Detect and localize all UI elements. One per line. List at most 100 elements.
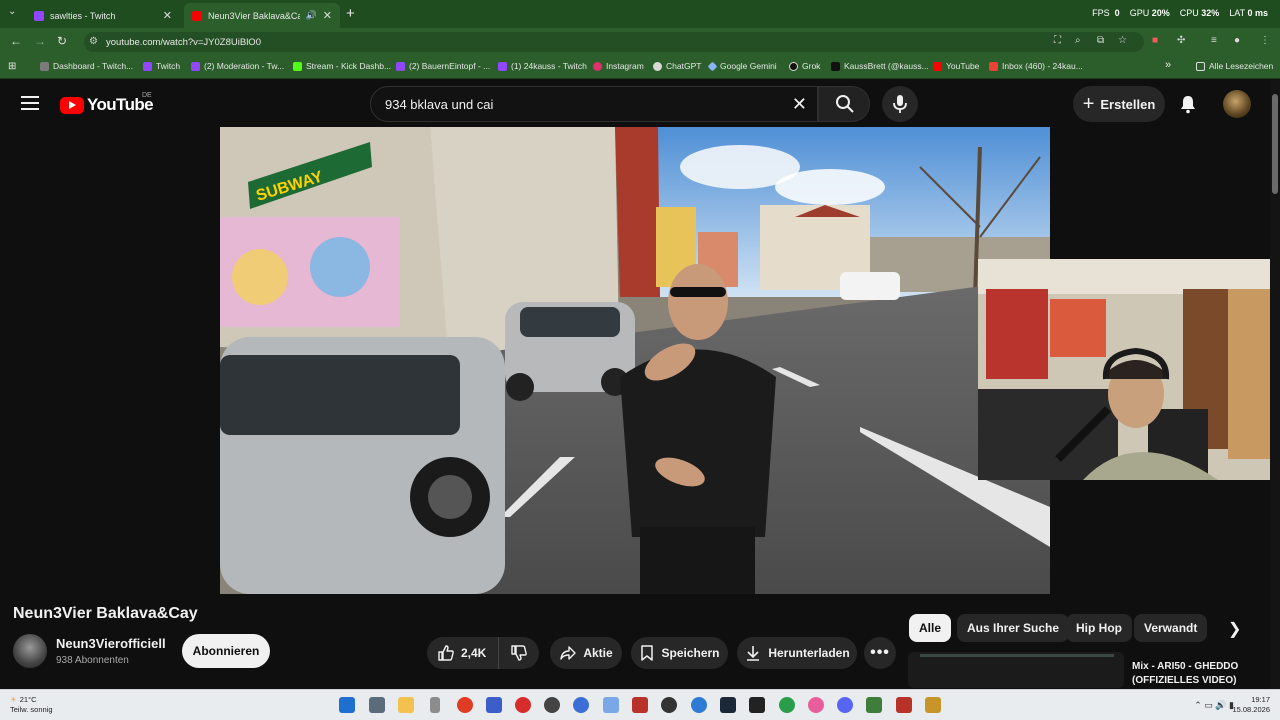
forward-icon[interactable]: → — [34, 34, 46, 48]
like-button[interactable]: 2,4K — [427, 637, 499, 669]
bookmark-item[interactable]: Dashboard - Twitch... — [40, 61, 133, 71]
taskbar-app-icon[interactable] — [544, 697, 560, 713]
bookmark-item[interactable]: (1) 24kauss - Twitch — [498, 61, 587, 71]
discord-icon[interactable] — [837, 697, 853, 713]
share-button[interactable]: Aktie — [550, 637, 622, 669]
menu-icon[interactable]: ⋮ — [1260, 35, 1270, 46]
taskbar-app-icon[interactable] — [925, 697, 941, 713]
channel-avatar[interactable] — [13, 634, 47, 668]
chrome-icon[interactable] — [779, 697, 795, 713]
address-bar[interactable]: ⚙ youtube.com/watch?v=JY0Z8UiBlO0 — [84, 32, 1144, 52]
bookmark-star-icon[interactable]: ☆ — [1118, 35, 1127, 46]
taskbar-app-icon[interactable] — [603, 697, 619, 713]
close-tab-icon[interactable]: ✕ — [323, 9, 332, 22]
adblock-icon[interactable]: ■ — [1152, 35, 1158, 46]
scrollbar-thumb[interactable] — [1272, 94, 1278, 194]
site-info-icon[interactable]: ⚙ — [89, 36, 98, 47]
browser-tab-youtube[interactable]: Neun3Vier Baklava&Cay - Y 🔊 ✕ — [184, 3, 340, 28]
back-icon[interactable]: ← — [10, 34, 22, 48]
close-tab-icon[interactable]: ✕ — [163, 9, 172, 22]
like-dislike-group: 2,4K — [427, 637, 539, 669]
audio-playing-icon[interactable]: 🔊 — [306, 10, 317, 21]
taskbar-clock[interactable]: 19:17 15.08.2026 — [1232, 695, 1270, 715]
search-input[interactable]: 934 bklava und cai ✕ — [370, 86, 818, 122]
bookmark-item[interactable]: Grok — [789, 61, 820, 71]
chip-aus-ihrer-suche[interactable]: Aus Ihrer Suche — [957, 614, 1070, 642]
taskbar-app-icon[interactable] — [486, 697, 502, 713]
reading-list-icon[interactable]: ≡ — [1211, 35, 1217, 46]
profile-icon[interactable]: ● — [1234, 35, 1240, 46]
dislike-button[interactable] — [499, 637, 539, 669]
more-actions-button[interactable]: ••• — [864, 637, 896, 669]
voice-search-button[interactable] — [882, 86, 918, 122]
create-label: Erstellen — [1100, 96, 1156, 112]
subscribe-button[interactable]: Abonnieren — [182, 634, 270, 668]
bookmark-item[interactable]: Google Gemini — [707, 61, 777, 71]
twitch-icon — [498, 61, 507, 71]
address-text: youtube.com/watch?v=JY0Z8UiBlO0 — [106, 36, 261, 48]
chip-alle[interactable]: Alle — [909, 614, 952, 642]
new-tab-button[interactable]: + — [346, 5, 355, 22]
bookmark-item[interactable]: Instagram — [593, 61, 644, 71]
page-scrollbar[interactable] — [1270, 80, 1280, 690]
taskbar-app-icon[interactable] — [866, 697, 882, 713]
all-bookmarks-folder[interactable]: Alle Lesezeichen — [1196, 61, 1273, 71]
dashboard-icon — [40, 61, 49, 71]
clear-search-icon[interactable]: ✕ — [792, 94, 807, 115]
bookmark-item[interactable]: Twitch — [143, 61, 180, 71]
notifications-bell-icon[interactable] — [1178, 94, 1198, 114]
file-explorer-icon[interactable] — [398, 697, 414, 713]
taskbar-app-icon[interactable] — [515, 697, 531, 713]
browser-tab-twitch[interactable]: sawlties - Twitch ✕ — [26, 3, 180, 28]
save-label: Speichern — [661, 646, 720, 660]
start-icon[interactable] — [339, 697, 355, 713]
more-bookmarks-button[interactable]: » — [1165, 59, 1171, 71]
performance-overlay: FPS 0 GPU 20% CPU 32% LAT 0 ms — [1092, 8, 1268, 18]
cpu-label: CPU — [1179, 8, 1199, 18]
weather-widget[interactable]: ☀ 21°C Teilw. sonnig — [10, 695, 53, 715]
system-tray-icons[interactable]: ⌃ ▭ 🔊 ▮ — [1194, 700, 1234, 711]
taskbar-app-icon[interactable] — [369, 697, 385, 713]
reload-icon[interactable]: ↻ — [57, 34, 67, 48]
download-button[interactable]: Herunterladen — [737, 637, 857, 669]
save-button[interactable]: Speichern — [631, 637, 728, 669]
video-player[interactable]: SUBWAY — [220, 127, 1050, 594]
install-icon[interactable]: ⧉ — [1097, 35, 1104, 46]
bookmark-item[interactable]: Inbox (460) - 24kau... — [989, 61, 1083, 71]
taskbar-app-icon[interactable] — [896, 697, 912, 713]
extensions-icon[interactable]: ✣ — [1177, 35, 1185, 46]
apps-icon[interactable]: ⊞ — [8, 61, 16, 72]
taskbar-app-icon[interactable] — [661, 697, 677, 713]
guide-menu-icon[interactable] — [21, 96, 39, 110]
taskbar-app-icon[interactable] — [573, 697, 589, 713]
taskbar-app-icon[interactable] — [632, 697, 648, 713]
recommended-thumbnail[interactable] — [908, 652, 1124, 688]
bookmark-item[interactable]: (2) BauernEintopf - ... — [396, 61, 490, 71]
taskbar-app-icon[interactable] — [430, 697, 440, 713]
bookmark-item[interactable]: (2) Moderation - Tw... — [191, 61, 284, 71]
youtube-icon — [933, 61, 942, 71]
recommended-title[interactable]: Mix - ARI50 - GHEDDO (OFFIZIELLES VIDEO) — [1132, 660, 1272, 688]
channel-name[interactable]: Neun3Vierofficiell — [56, 636, 166, 651]
thumbs-up-icon — [438, 645, 454, 661]
steam-icon[interactable] — [720, 697, 736, 713]
twitch-icon — [143, 61, 152, 71]
tab-search-icon[interactable]: ⌄ — [8, 6, 16, 17]
bookmark-item[interactable]: Stream - Kick Dashb... — [293, 61, 391, 71]
bookmark-item[interactable]: KaussBrett (@kauss... — [831, 61, 929, 71]
taskbar-app-icon[interactable] — [457, 697, 473, 713]
taskbar-app-icon[interactable] — [749, 697, 765, 713]
chip-hip-hop[interactable]: Hip Hop — [1066, 614, 1132, 642]
taskbar-app-icon[interactable] — [808, 697, 824, 713]
account-avatar[interactable] — [1223, 90, 1251, 118]
chip-verwandt[interactable]: Verwandt — [1134, 614, 1208, 642]
create-button[interactable]: + Erstellen — [1073, 86, 1165, 122]
search-button[interactable] — [818, 86, 870, 122]
chevron-right-icon[interactable]: ❯ — [1228, 619, 1241, 639]
bookmark-item[interactable]: YouTube — [933, 61, 979, 71]
taskbar-app-icon[interactable] — [691, 697, 707, 713]
zoom-icon[interactable]: ⌕ — [1075, 35, 1081, 46]
bookmark-item[interactable]: ChatGPT — [653, 61, 701, 71]
youtube-logo[interactable]: YouTube DE — [60, 92, 154, 115]
translate-icon[interactable]: ⛶ — [1054, 35, 1061, 46]
